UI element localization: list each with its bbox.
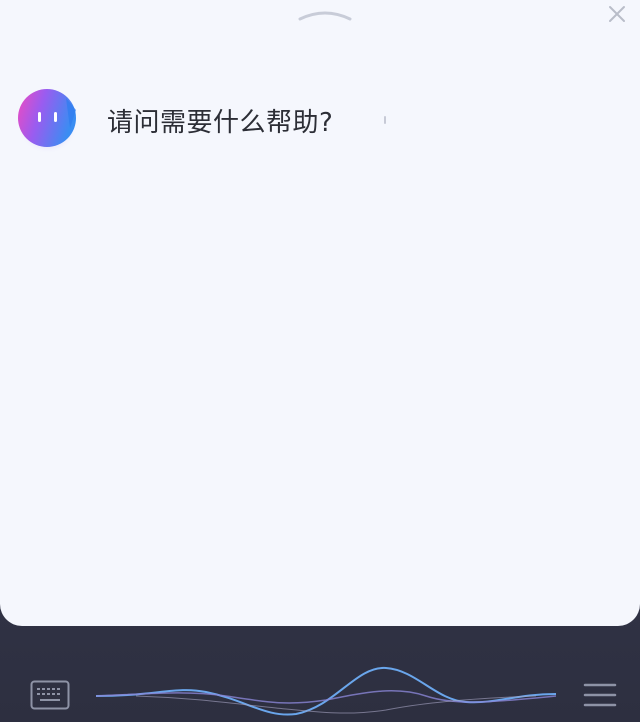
voice-wave-icon [96, 666, 556, 716]
voice-input-bar [0, 626, 640, 722]
keyboard-icon[interactable] [30, 680, 70, 710]
voice-assistant-screen: 请问需要什么帮助? [0, 0, 640, 722]
menu-icon[interactable] [583, 682, 617, 708]
close-icon[interactable] [604, 2, 630, 28]
greeting-text: 请问需要什么帮助? [107, 108, 334, 138]
typing-cursor [384, 116, 386, 124]
assistant-message: 请问需要什么帮助? [18, 86, 618, 156]
chevron-handle-icon[interactable] [298, 8, 352, 22]
assistant-avatar-icon [18, 89, 78, 154]
assistant-panel: 请问需要什么帮助? [0, 0, 640, 626]
